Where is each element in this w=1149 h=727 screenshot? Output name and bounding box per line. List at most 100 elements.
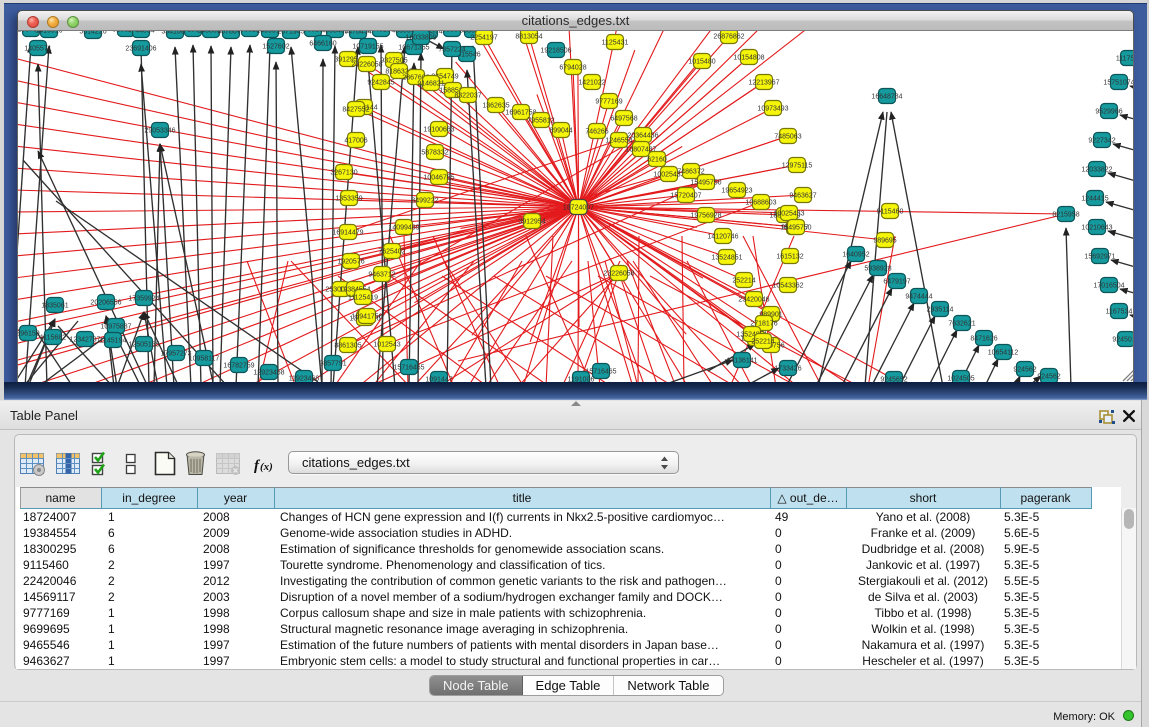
svg-text:5938928: 5938928 — [864, 266, 891, 273]
svg-text:62160: 62160 — [647, 157, 667, 164]
svg-text:396159: 396159 — [18, 331, 40, 338]
svg-text:16648784: 16648784 — [871, 94, 902, 101]
svg-text:9857791: 9857791 — [319, 361, 346, 368]
svg-text:9146821: 9146821 — [417, 81, 444, 88]
svg-text:10543362: 10543362 — [772, 283, 803, 290]
svg-text:9777169: 9777169 — [595, 99, 622, 106]
svg-text:9463627: 9463627 — [789, 193, 816, 200]
svg-text:15716465: 15716465 — [585, 369, 616, 376]
svg-text:12213967: 12213967 — [748, 80, 779, 87]
svg-text:1615132: 1615132 — [776, 254, 803, 261]
svg-text:20206556: 20206556 — [90, 300, 121, 307]
svg-text:9242845: 9242845 — [367, 80, 394, 87]
svg-text:4744854: 4744854 — [127, 31, 154, 35]
svg-text:924562: 924562 — [1013, 367, 1036, 374]
svg-text:1145194: 1145194 — [100, 338, 127, 345]
svg-text:17359924: 17359924 — [128, 296, 159, 303]
svg-text:8861305: 8861305 — [334, 343, 361, 350]
svg-text:1167534: 1167534 — [1106, 309, 1133, 316]
svg-text:12033822: 12033822 — [1081, 167, 1112, 174]
svg-text:9245012: 9245012 — [1112, 337, 1134, 344]
svg-text:16961758: 16961758 — [505, 110, 536, 117]
svg-text:23691406: 23691406 — [125, 46, 156, 53]
svg-text:16941758: 16941758 — [351, 314, 382, 321]
svg-text:1405571: 1405571 — [24, 46, 51, 53]
svg-text:924562: 924562 — [1037, 374, 1060, 381]
svg-text:20364436: 20364436 — [627, 133, 658, 140]
svg-text:10975887: 10975887 — [100, 324, 131, 331]
svg-text:16782759: 16782759 — [223, 363, 254, 370]
svg-text:252214: 252214 — [732, 278, 755, 285]
svg-text:1527602: 1527602 — [262, 44, 289, 51]
svg-text:10025433: 10025433 — [773, 211, 804, 218]
svg-text:1353359: 1353359 — [335, 196, 362, 203]
svg-text:18724007: 18724007 — [563, 205, 594, 212]
svg-text:3912954: 3912954 — [518, 219, 545, 226]
svg-text:14136141: 14136141 — [726, 358, 757, 365]
svg-text:7485063: 7485063 — [774, 134, 801, 141]
svg-text:11125419: 11125419 — [348, 295, 378, 302]
svg-text:12342737: 12342737 — [69, 337, 100, 344]
svg-text:1419610: 1419610 — [35, 31, 62, 35]
svg-text:7625402: 7625402 — [378, 249, 405, 256]
svg-text:19100663: 19100663 — [423, 127, 454, 134]
svg-text:17016504: 17016504 — [1093, 283, 1124, 290]
svg-text:1920576: 1920576 — [337, 259, 364, 266]
svg-text:6466160: 6466160 — [309, 41, 336, 48]
svg-text:9529966: 9529966 — [1095, 109, 1122, 116]
svg-text:7357224: 7357224 — [438, 47, 465, 54]
svg-text:8813054: 8813054 — [515, 34, 542, 41]
svg-text:23226058: 23226058 — [603, 271, 634, 278]
svg-text:19654923: 19654923 — [721, 188, 752, 195]
svg-text:10210643: 10210643 — [1081, 225, 1112, 232]
svg-text:19756928: 19756928 — [690, 213, 721, 220]
svg-text:6479197: 6479197 — [883, 279, 910, 286]
svg-text:1421022: 1421022 — [578, 80, 605, 87]
svg-text:7632621: 7632621 — [948, 321, 975, 328]
svg-text:(x): (x) — [260, 461, 273, 473]
svg-text:8215958: 8215958 — [1052, 212, 1079, 219]
svg-text:989695: 989695 — [873, 238, 896, 245]
svg-text:9474444: 9474444 — [905, 294, 932, 301]
svg-text:15720407: 15720407 — [670, 193, 701, 200]
svg-text:10654112: 10654112 — [988, 350, 1019, 357]
svg-text:5878332: 5878332 — [421, 150, 448, 157]
svg-text:9115460: 9115460 — [877, 209, 904, 216]
svg-text:252214: 252214 — [751, 339, 774, 346]
svg-text:1733426: 1733426 — [774, 366, 801, 373]
svg-text:14120746: 14120746 — [707, 234, 738, 241]
svg-text:8322037: 8322037 — [454, 93, 481, 100]
svg-text:6794028: 6794028 — [559, 65, 586, 72]
svg-text:26876862: 26876862 — [713, 34, 744, 41]
svg-text:2935114: 2935114 — [927, 307, 954, 314]
svg-text:10671355: 10671355 — [398, 45, 429, 52]
svg-text:9463712: 9463712 — [368, 272, 395, 279]
svg-text:12923468: 12923468 — [253, 370, 284, 377]
svg-text:3267130: 3267130 — [330, 170, 357, 177]
svg-text:16914479: 16914479 — [332, 230, 363, 237]
svg-text:23420046: 23420046 — [738, 297, 769, 304]
svg-text:19218506: 19218506 — [540, 48, 571, 55]
svg-text:17957273: 17957273 — [160, 351, 191, 358]
svg-text:12505135: 12505135 — [128, 342, 159, 349]
svg-text:9227342: 9227342 — [1088, 138, 1115, 145]
svg-text:5614226: 5614226 — [79, 31, 106, 36]
svg-text:15692971: 15692971 — [1084, 254, 1115, 261]
svg-text:15495750: 15495750 — [780, 225, 811, 232]
svg-text:1115682: 1115682 — [40, 335, 66, 342]
svg-text:6497568: 6497568 — [610, 116, 637, 123]
svg-text:10719155: 10719155 — [352, 44, 383, 51]
svg-text:12975115: 12975115 — [782, 163, 813, 170]
svg-text:10688603: 10688603 — [745, 200, 776, 207]
svg-text:23226058: 23226058 — [351, 62, 382, 69]
svg-text:8427552: 8427552 — [342, 107, 369, 114]
svg-text:1117532: 1117532 — [1116, 56, 1134, 63]
svg-text:13524851: 13524851 — [711, 255, 742, 262]
svg-text:10973493: 10973493 — [757, 106, 788, 113]
svg-text:15495750: 15495750 — [690, 180, 721, 187]
svg-text:1125431: 1125431 — [602, 40, 629, 47]
svg-text:16033809: 16033809 — [405, 35, 436, 42]
svg-text:10154808: 10154808 — [733, 55, 764, 62]
svg-text:1835061: 1835061 — [41, 303, 68, 310]
svg-text:3499222: 3499222 — [411, 198, 438, 205]
